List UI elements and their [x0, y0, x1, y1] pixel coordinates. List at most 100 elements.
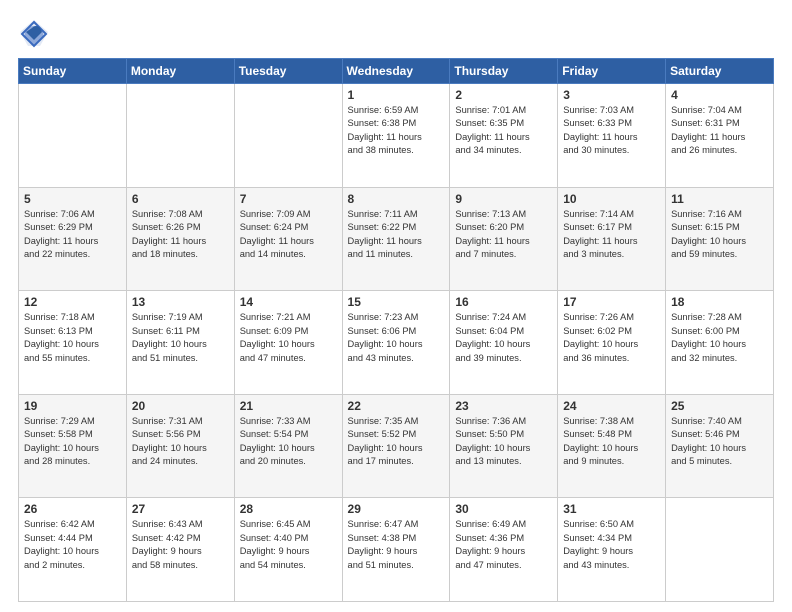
calendar-cell: 23Sunrise: 7:36 AM Sunset: 5:50 PM Dayli… [450, 394, 558, 498]
weekday-header-saturday: Saturday [666, 59, 774, 84]
day-number: 12 [24, 295, 121, 309]
day-info: Sunrise: 7:23 AM Sunset: 6:06 PM Dayligh… [348, 311, 445, 365]
week-row-3: 12 Sunrise: 7:18 AM Sunset: 6:13 PM Dayli… [19, 291, 774, 395]
calendar-cell: 14Sunrise: 7:21 AM Sunset: 6:09 PM Dayli… [234, 291, 342, 395]
page: SundayMondayTuesdayWednesdayThursdayFrid… [0, 0, 792, 612]
day-info: Sunrise: 6:42 AM Sunset: 4:44 PM Dayligh… [24, 518, 121, 572]
calendar-cell: 28 Sunrise: 6:45 AM Sunset: 4:40 PM Dayli… [234, 498, 342, 602]
weekday-row: SundayMondayTuesdayWednesdayThursdayFrid… [19, 59, 774, 84]
calendar-cell: 19Sunrise: 7:29 AM Sunset: 5:58 PM Dayli… [19, 394, 127, 498]
day-number: 22 [348, 399, 445, 413]
day-info: Sunrise: 7:06 AM Sunset: 6:29 PM Dayligh… [24, 208, 121, 262]
calendar-cell: 20Sunrise: 7:31 AM Sunset: 5:56 PM Dayli… [126, 394, 234, 498]
calendar-cell [19, 84, 127, 188]
calendar-cell: 12 Sunrise: 7:18 AM Sunset: 6:13 PM Dayli… [19, 291, 127, 395]
day-info: Sunrise: 7:09 AM Sunset: 6:24 PM Dayligh… [240, 208, 337, 262]
day-number: 7 [240, 192, 337, 206]
weekday-header-tuesday: Tuesday [234, 59, 342, 84]
weekday-header-thursday: Thursday [450, 59, 558, 84]
day-info: Sunrise: 7:13 AM Sunset: 6:20 PM Dayligh… [455, 208, 552, 262]
day-info: Sunrise: 7:24 AM Sunset: 6:04 PM Dayligh… [455, 311, 552, 365]
day-info: Sunrise: 7:01 AM Sunset: 6:35 PM Dayligh… [455, 104, 552, 158]
day-info: Sunrise: 6:59 AM Sunset: 6:38 PM Dayligh… [348, 104, 445, 158]
day-number: 18 [671, 295, 768, 309]
day-number: 27 [132, 502, 229, 516]
week-row-4: 19Sunrise: 7:29 AM Sunset: 5:58 PM Dayli… [19, 394, 774, 498]
day-number: 19 [24, 399, 121, 413]
day-number: 29 [348, 502, 445, 516]
calendar-cell: 7 Sunrise: 7:09 AM Sunset: 6:24 PM Daylig… [234, 187, 342, 291]
calendar-cell: 2 Sunrise: 7:01 AM Sunset: 6:35 PM Daylig… [450, 84, 558, 188]
calendar-cell: 24 Sunrise: 7:38 AM Sunset: 5:48 PM Dayli… [558, 394, 666, 498]
week-row-5: 26 Sunrise: 6:42 AM Sunset: 4:44 PM Dayli… [19, 498, 774, 602]
day-info: Sunrise: 6:50 AM Sunset: 4:34 PM Dayligh… [563, 518, 660, 572]
calendar-cell: 22 Sunrise: 7:35 AM Sunset: 5:52 PM Dayli… [342, 394, 450, 498]
calendar-table: SundayMondayTuesdayWednesdayThursdayFrid… [18, 58, 774, 602]
calendar-cell: 26 Sunrise: 6:42 AM Sunset: 4:44 PM Dayli… [19, 498, 127, 602]
day-number: 6 [132, 192, 229, 206]
day-number: 10 [563, 192, 660, 206]
day-info: Sunrise: 7:11 AM Sunset: 6:22 PM Dayligh… [348, 208, 445, 262]
calendar-cell: 4 Sunrise: 7:04 AM Sunset: 6:31 PM Daylig… [666, 84, 774, 188]
day-number: 4 [671, 88, 768, 102]
day-number: 3 [563, 88, 660, 102]
calendar-cell: 11 Sunrise: 7:16 AM Sunset: 6:15 PM Dayli… [666, 187, 774, 291]
calendar-cell: 18 Sunrise: 7:28 AM Sunset: 6:00 PM Dayli… [666, 291, 774, 395]
calendar-cell [234, 84, 342, 188]
day-number: 13 [132, 295, 229, 309]
calendar-cell: 25 Sunrise: 7:40 AM Sunset: 5:46 PM Dayli… [666, 394, 774, 498]
day-info: Sunrise: 6:49 AM Sunset: 4:36 PM Dayligh… [455, 518, 552, 572]
day-number: 26 [24, 502, 121, 516]
day-number: 2 [455, 88, 552, 102]
day-number: 31 [563, 502, 660, 516]
calendar-cell: 27 Sunrise: 6:43 AM Sunset: 4:42 PM Dayli… [126, 498, 234, 602]
day-number: 16 [455, 295, 552, 309]
day-number: 30 [455, 502, 552, 516]
calendar-header: SundayMondayTuesdayWednesdayThursdayFrid… [19, 59, 774, 84]
calendar-cell: 15 Sunrise: 7:23 AM Sunset: 6:06 PM Dayli… [342, 291, 450, 395]
calendar-cell: 9 Sunrise: 7:13 AM Sunset: 6:20 PM Daylig… [450, 187, 558, 291]
weekday-header-sunday: Sunday [19, 59, 127, 84]
calendar-cell: 1 Sunrise: 6:59 AM Sunset: 6:38 PM Daylig… [342, 84, 450, 188]
day-info: Sunrise: 7:38 AM Sunset: 5:48 PM Dayligh… [563, 415, 660, 469]
day-number: 5 [24, 192, 121, 206]
day-info: Sunrise: 7:33 AM Sunset: 5:54 PM Dayligh… [240, 415, 337, 469]
weekday-header-friday: Friday [558, 59, 666, 84]
day-info: Sunrise: 7:35 AM Sunset: 5:52 PM Dayligh… [348, 415, 445, 469]
calendar-cell: 29 Sunrise: 6:47 AM Sunset: 4:38 PM Dayli… [342, 498, 450, 602]
day-info: Sunrise: 7:28 AM Sunset: 6:00 PM Dayligh… [671, 311, 768, 365]
calendar-cell: 3 Sunrise: 7:03 AM Sunset: 6:33 PM Daylig… [558, 84, 666, 188]
calendar-cell [126, 84, 234, 188]
logo-icon [18, 18, 50, 50]
day-info: Sunrise: 6:47 AM Sunset: 4:38 PM Dayligh… [348, 518, 445, 572]
day-number: 1 [348, 88, 445, 102]
calendar-cell: 30 Sunrise: 6:49 AM Sunset: 4:36 PM Dayli… [450, 498, 558, 602]
day-info: Sunrise: 7:08 AM Sunset: 6:26 PM Dayligh… [132, 208, 229, 262]
day-number: 11 [671, 192, 768, 206]
weekday-header-monday: Monday [126, 59, 234, 84]
logo [18, 18, 54, 50]
calendar-cell: 13Sunrise: 7:19 AM Sunset: 6:11 PM Dayli… [126, 291, 234, 395]
calendar-cell: 5 Sunrise: 7:06 AM Sunset: 6:29 PM Daylig… [19, 187, 127, 291]
day-number: 20 [132, 399, 229, 413]
day-info: Sunrise: 7:36 AM Sunset: 5:50 PM Dayligh… [455, 415, 552, 469]
day-number: 8 [348, 192, 445, 206]
day-info: Sunrise: 6:43 AM Sunset: 4:42 PM Dayligh… [132, 518, 229, 572]
day-number: 24 [563, 399, 660, 413]
day-info: Sunrise: 7:40 AM Sunset: 5:46 PM Dayligh… [671, 415, 768, 469]
day-info: Sunrise: 7:04 AM Sunset: 6:31 PM Dayligh… [671, 104, 768, 158]
calendar-cell: 31 Sunrise: 6:50 AM Sunset: 4:34 PM Dayli… [558, 498, 666, 602]
day-info: Sunrise: 7:03 AM Sunset: 6:33 PM Dayligh… [563, 104, 660, 158]
day-number: 9 [455, 192, 552, 206]
day-info: Sunrise: 7:18 AM Sunset: 6:13 PM Dayligh… [24, 311, 121, 365]
day-number: 17 [563, 295, 660, 309]
day-number: 25 [671, 399, 768, 413]
day-info: Sunrise: 6:45 AM Sunset: 4:40 PM Dayligh… [240, 518, 337, 572]
calendar-cell: 16 Sunrise: 7:24 AM Sunset: 6:04 PM Dayli… [450, 291, 558, 395]
week-row-1: 1 Sunrise: 6:59 AM Sunset: 6:38 PM Daylig… [19, 84, 774, 188]
day-info: Sunrise: 7:16 AM Sunset: 6:15 PM Dayligh… [671, 208, 768, 262]
day-info: Sunrise: 7:14 AM Sunset: 6:17 PM Dayligh… [563, 208, 660, 262]
day-number: 28 [240, 502, 337, 516]
day-number: 15 [348, 295, 445, 309]
calendar-body: 1 Sunrise: 6:59 AM Sunset: 6:38 PM Daylig… [19, 84, 774, 602]
